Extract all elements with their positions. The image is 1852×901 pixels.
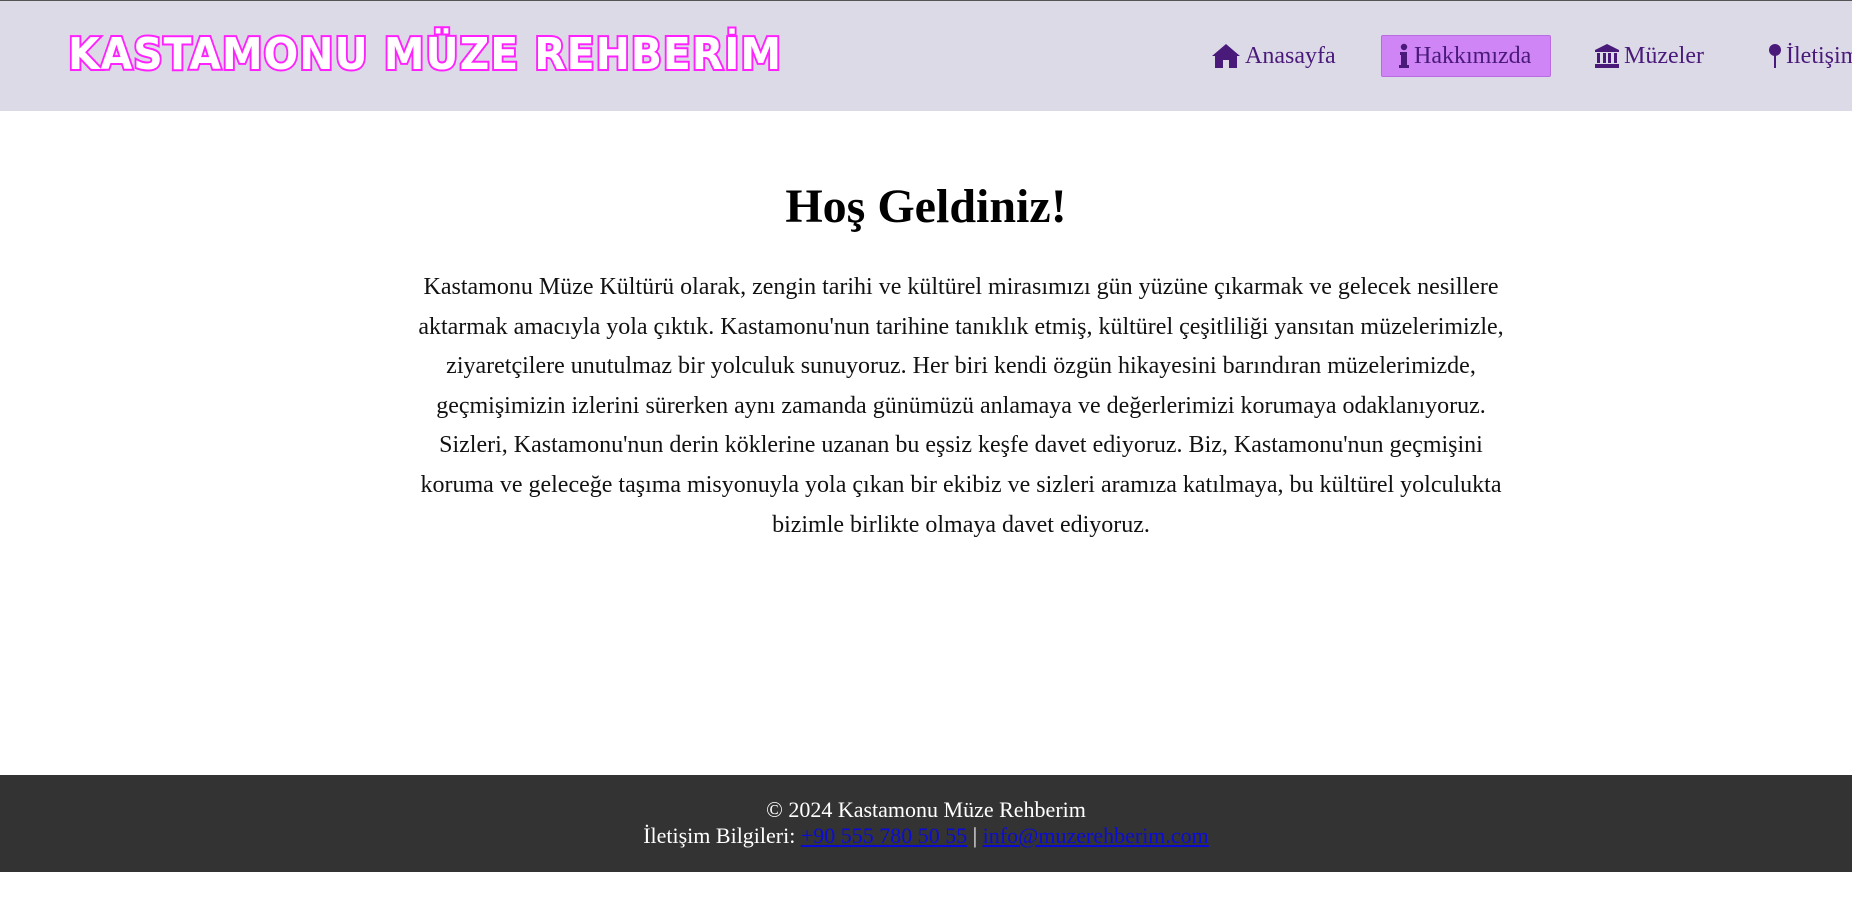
contact-separator: | <box>972 823 978 848</box>
nav-item-label: Anasayfa <box>1245 42 1336 69</box>
contact-label: İletişim Bilgileri: <box>643 823 796 848</box>
email-link[interactable]: info@muzerehberim.com <box>983 823 1209 848</box>
map-pin-icon <box>1768 43 1782 69</box>
phone-link[interactable]: +90 555 780 50 55 <box>801 823 967 848</box>
footer-contact: İletişim Bilgileri: +90 555 780 50 55 | … <box>0 823 1852 849</box>
museum-icon <box>1594 43 1620 69</box>
nav-item-label: İletişim <box>1786 42 1852 69</box>
nav-item-label: Hakkımızda <box>1414 42 1532 69</box>
main-nav: Anasayfa Hakkımızda Müzeler İletişim <box>0 35 1852 79</box>
nav-item-label: Müzeler <box>1624 42 1704 69</box>
nav-item-muzeler[interactable]: Müzeler <box>1578 35 1720 77</box>
site-footer: © 2024 Kastamonu Müze Rehberim İletişim … <box>0 775 1852 872</box>
home-icon <box>1211 43 1241 69</box>
main-content: Hoş Geldiniz! Kastamonu Müze Kültürü ola… <box>0 111 1852 775</box>
nav-item-hakkimizda[interactable]: Hakkımızda <box>1381 35 1551 77</box>
nav-item-iletisim[interactable]: İletişim <box>1752 35 1852 77</box>
nav-item-anasayfa[interactable]: Anasayfa <box>1195 35 1352 77</box>
intro-paragraph: Kastamonu Müze Kültürü olarak, zengin ta… <box>418 274 1504 538</box>
info-icon <box>1398 43 1410 69</box>
footer-copyright: © 2024 Kastamonu Müze Rehberim <box>766 797 1086 822</box>
page-title: Hoş Geldiniz! <box>785 180 1067 233</box>
site-header: KASTAMONU MÜZE REHBERİM Anasayfa Hakkımı… <box>0 0 1852 111</box>
